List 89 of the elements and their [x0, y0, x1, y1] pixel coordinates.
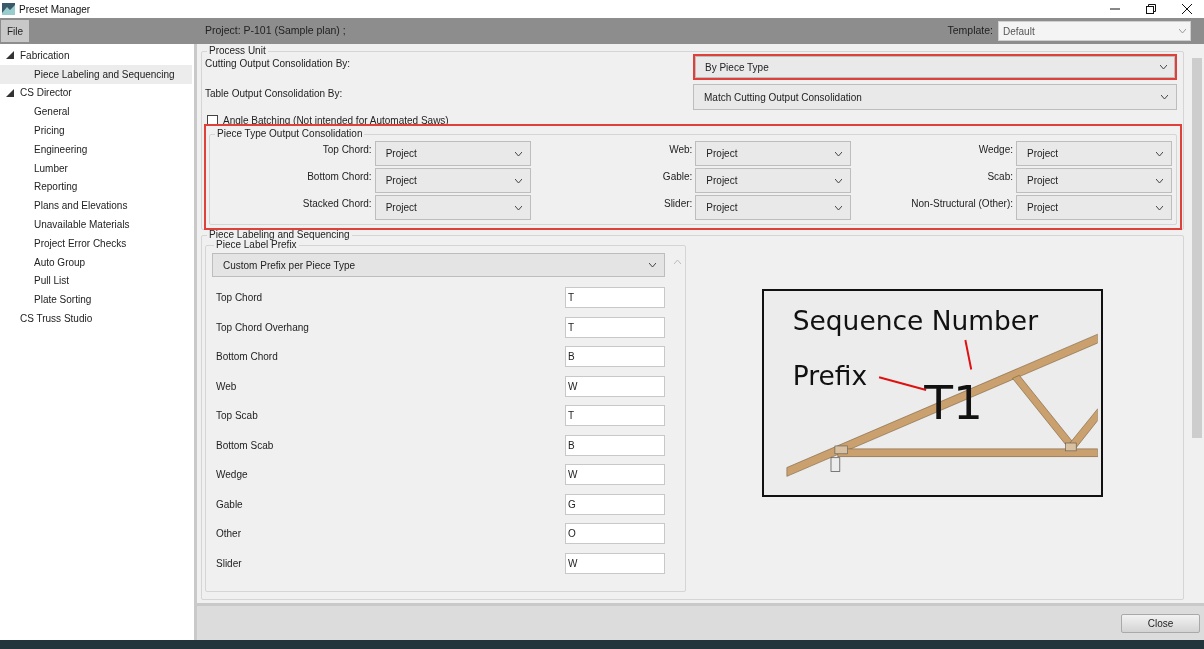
diagram-label: Sequence Number [792, 304, 1039, 336]
caret-icon [1161, 95, 1168, 99]
piece-type-dropdown[interactable]: Project [1016, 141, 1172, 166]
group-title: Process Unit [208, 46, 267, 56]
prefix-input[interactable]: B [565, 434, 665, 456]
tree-item[interactable]: Reporting [0, 177, 192, 197]
prefix-input[interactable]: O [565, 523, 665, 545]
field-label: Gable: [661, 170, 693, 184]
restore-icon[interactable] [1146, 4, 1156, 14]
field-label: Bottom Chord: [306, 170, 372, 184]
piece-type-dropdown[interactable]: Project [1016, 195, 1172, 220]
piece-type-dropdown[interactable]: Project [695, 168, 852, 193]
caret-icon [514, 151, 522, 156]
leader-line [964, 338, 973, 370]
expanded-arrow-icon[interactable] [6, 51, 14, 60]
app-icon [2, 3, 15, 15]
tree-item[interactable]: Plate Sorting [0, 290, 192, 310]
field-label: Bottom Scab [216, 438, 274, 453]
field-label: Bottom Chord [216, 350, 278, 365]
tree-item[interactable]: CS Truss Studio [0, 309, 194, 328]
caret-icon [1160, 65, 1167, 69]
window-title: Preset Manager [19, 2, 91, 17]
tree-item[interactable]: Project Error Checks [0, 233, 192, 253]
close-icon[interactable] [1182, 4, 1192, 14]
field-label: Top Scab [216, 409, 258, 424]
prefix-input[interactable]: B [565, 346, 665, 368]
tree-item[interactable]: Pull List [0, 271, 192, 291]
piece-type-dropdown[interactable]: Project [374, 168, 531, 193]
tree-item[interactable]: Fabrication [0, 46, 194, 65]
field-label: Cutting Output Consolidation By: [205, 57, 352, 71]
caret-icon [835, 178, 843, 183]
tree-item[interactable]: Auto Group [0, 252, 192, 272]
field-label: Scab: [986, 170, 1013, 184]
tree-item[interactable]: Unavailable Materials [0, 215, 192, 234]
template-label: Template: [947, 23, 993, 39]
field-label: Wedge: [977, 143, 1013, 157]
prefix-input[interactable]: W [565, 552, 665, 574]
field-label: Table Output Consolidation By: [205, 87, 344, 101]
tree-item[interactable]: Pricing [0, 121, 192, 140]
caret-icon [835, 205, 843, 210]
field-label: Stacked Chord: [301, 197, 372, 211]
tree-item[interactable]: Plans and Elevations [0, 196, 192, 216]
caret-icon [514, 205, 522, 210]
prefix-input[interactable]: T [565, 287, 665, 309]
field-label: Web: [668, 143, 693, 157]
diagram-label: Prefix [792, 359, 868, 391]
expanded-arrow-icon[interactable] [6, 89, 14, 97]
field-label: Slider: [662, 197, 693, 211]
prefix-input[interactable]: T [565, 405, 665, 427]
group-title: Piece Label Prefix [215, 241, 297, 250]
field-label: Wedge [216, 468, 248, 483]
piece-type-dropdown[interactable]: Project [695, 141, 852, 166]
field-label: Slider [216, 556, 242, 571]
field-label: Top Chord Overhang [216, 320, 309, 335]
piece-type-dropdown[interactable]: Project [1016, 168, 1172, 193]
group-title: Piece Type Output Consolidation [216, 129, 364, 139]
file-menu[interactable]: File [1, 20, 29, 42]
field-label: Top Chord: [321, 143, 372, 157]
group-title: Piece Labeling and Sequencing [208, 230, 351, 240]
prefix-mode-dropdown[interactable]: Custom Prefix per Piece Type [212, 253, 665, 277]
caret-icon [1179, 29, 1186, 33]
field-label: Other [216, 527, 241, 542]
prefix-input[interactable]: W [565, 375, 665, 397]
field-label: Non-Structural (Other): [910, 197, 1013, 211]
project-title: Project: P-101 (Sample plan) ; [205, 23, 346, 39]
field-label: Web [216, 379, 237, 394]
caret-icon [514, 178, 522, 183]
checkbox[interactable] [207, 115, 218, 126]
tree-item[interactable]: CS Director [0, 83, 194, 103]
field-label: Top Chord [216, 291, 263, 306]
piece-type-dropdown[interactable]: Project [374, 141, 531, 166]
close-button[interactable]: Close [1121, 613, 1200, 633]
consolidation-dropdown[interactable]: Match Cutting Output Consolidation [693, 84, 1177, 110]
tree-item[interactable]: Piece Labeling and Sequencing [0, 64, 192, 84]
caret-icon [1156, 205, 1163, 210]
caret-icon [649, 263, 656, 267]
consolidation-dropdown[interactable]: By Piece Type [693, 54, 1177, 80]
prefix-input[interactable]: T [565, 316, 665, 338]
caret-icon [1156, 178, 1163, 183]
tree-item[interactable]: Engineering [0, 140, 192, 159]
caret-icon [835, 151, 843, 156]
caret-icon [1156, 151, 1163, 156]
tree-item[interactable]: General [0, 102, 192, 122]
field-label: Gable [216, 497, 243, 512]
piece-type-dropdown[interactable]: Project [374, 195, 531, 220]
piece-type-dropdown[interactable]: Project [695, 195, 852, 220]
prefix-input[interactable]: W [565, 464, 665, 486]
tree-item[interactable]: Lumber [0, 158, 192, 178]
prefix-input[interactable]: G [565, 493, 665, 515]
